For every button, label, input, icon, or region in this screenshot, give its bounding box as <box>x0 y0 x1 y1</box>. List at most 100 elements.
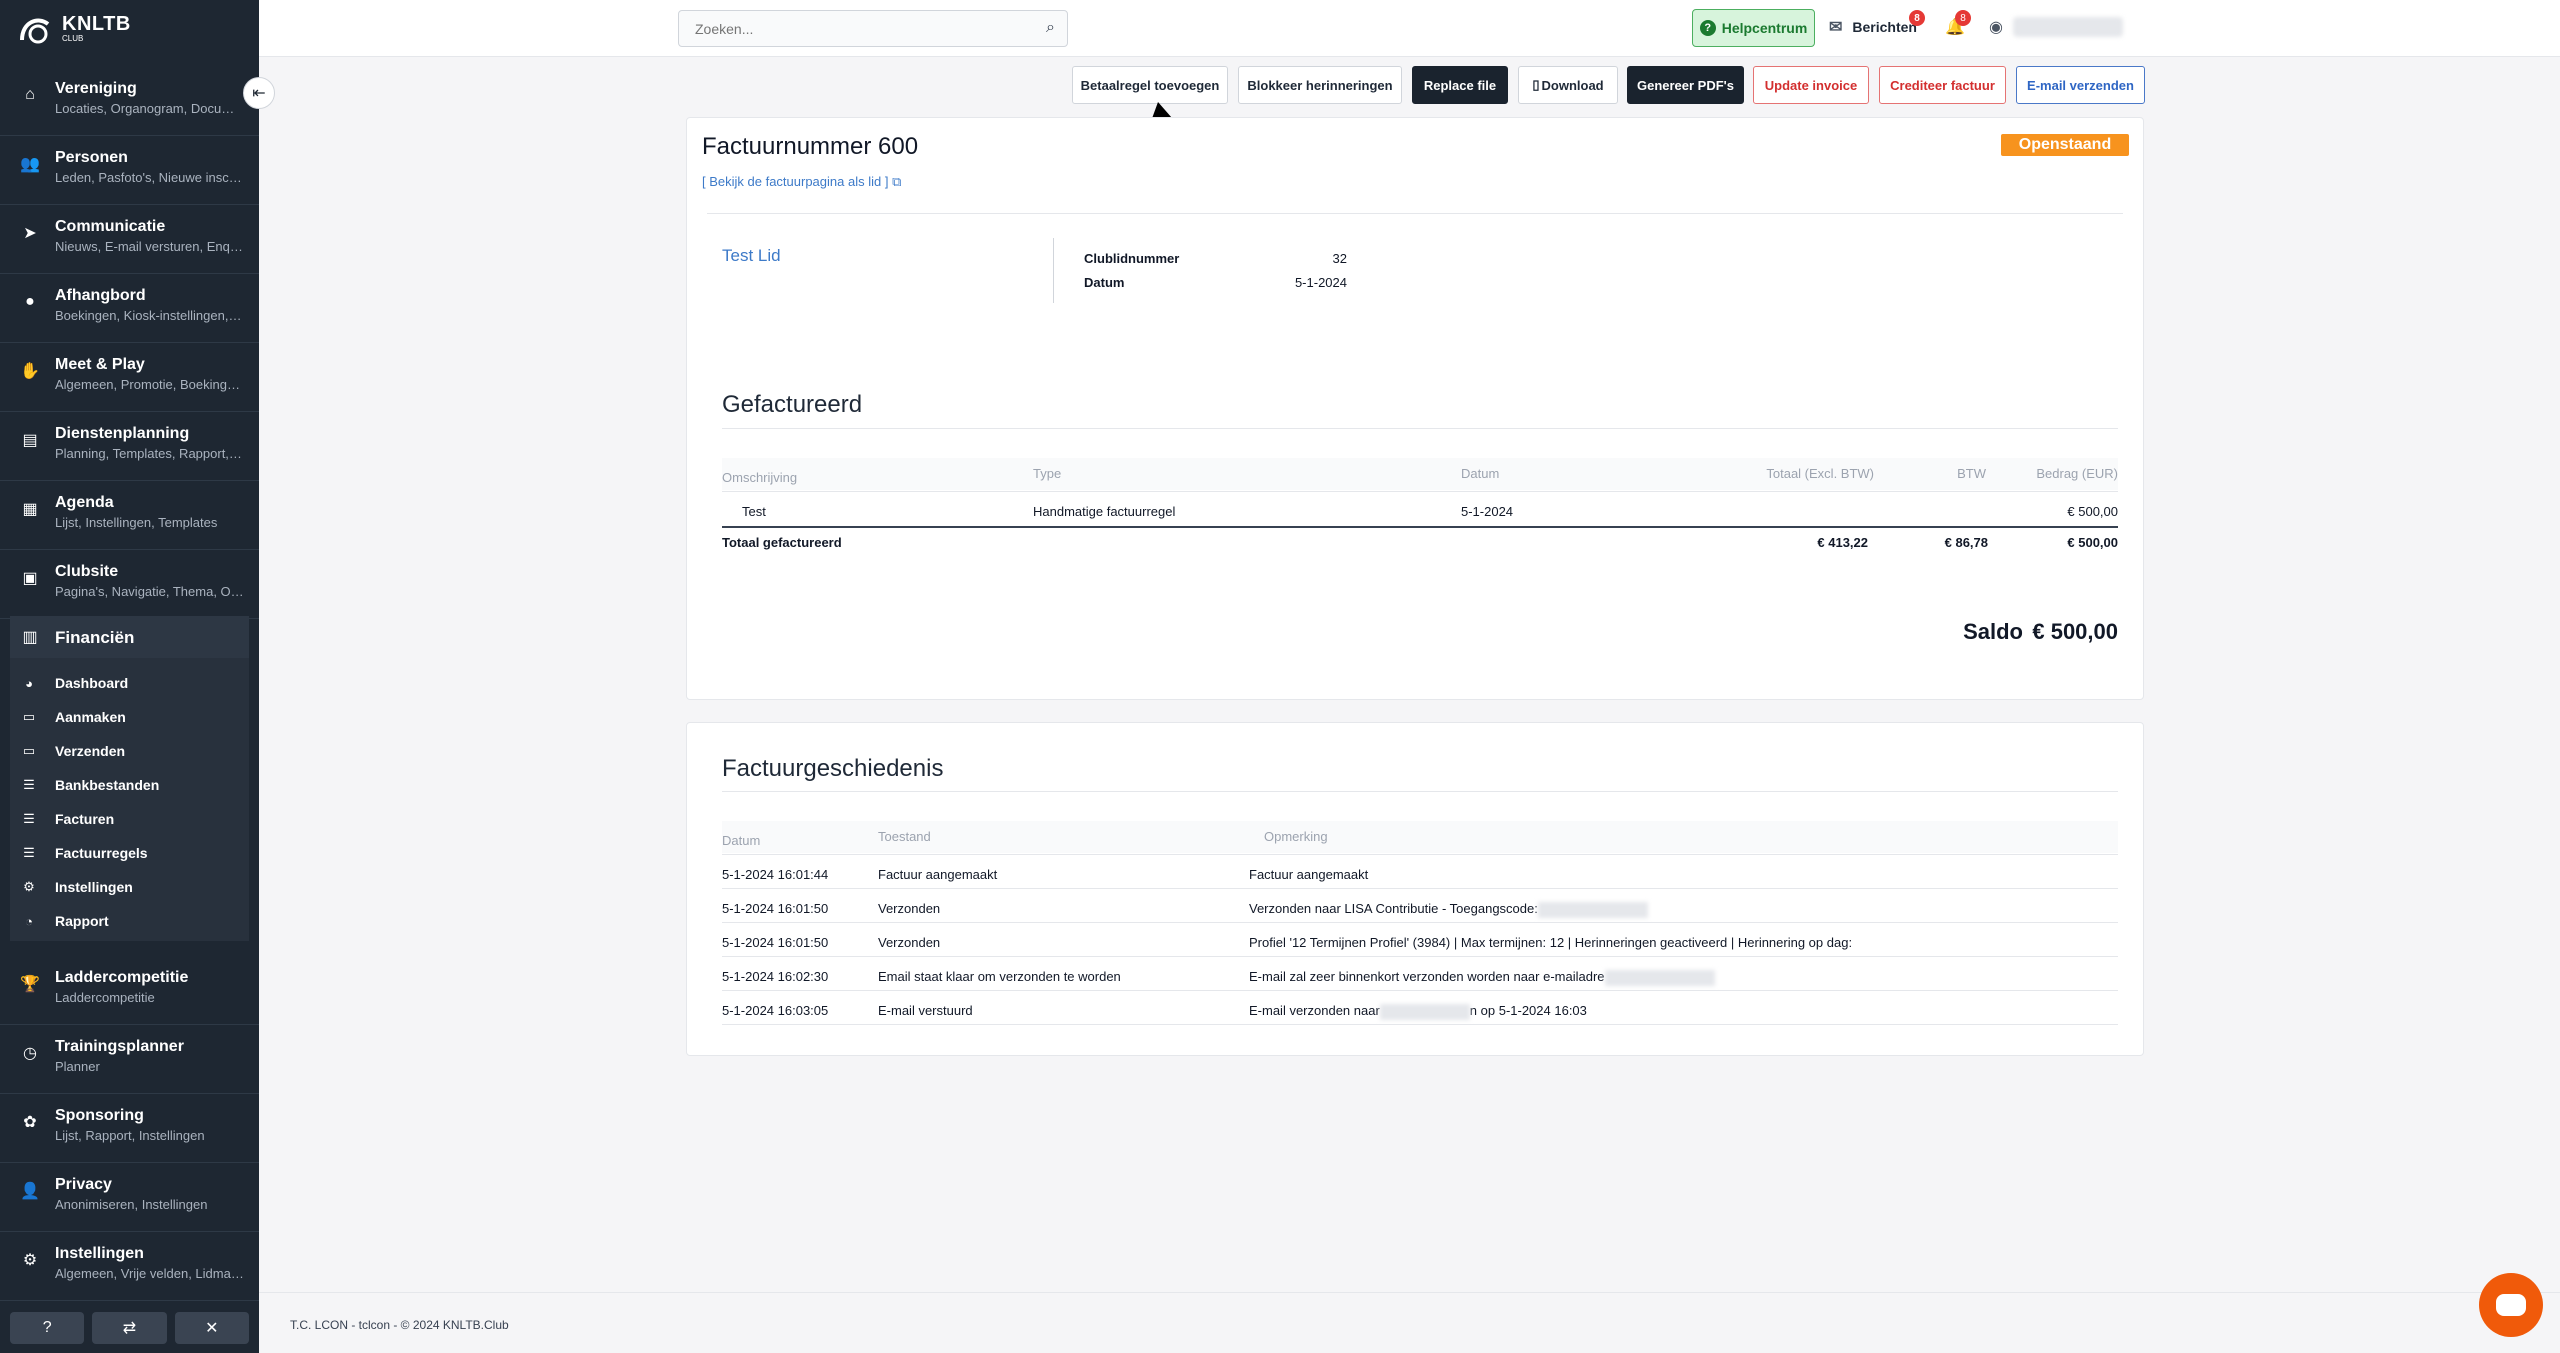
nav-subtitle: Lijst, Instellingen, Templates <box>55 515 218 530</box>
sidebar-item-rapport[interactable]: ◔ Rapport <box>10 904 249 938</box>
sidebar-item-instellingen[interactable]: ⚙ Instellingen Algemeen, Vrije velden, L… <box>0 1233 259 1301</box>
status-badge: Openstaand <box>2001 134 2129 156</box>
search-input[interactable] <box>679 11 1019 46</box>
remark-text: E-mail zal zeer binnenkort verzonden wor… <box>1249 969 1605 984</box>
sidebar-item-verzenden[interactable]: ▭ Verzenden <box>10 734 249 768</box>
history-row-state: Verzonden <box>878 901 941 916</box>
sidebar-item-sponsoring[interactable]: ✿ Sponsoring Lijst, Rapport, Instellinge… <box>0 1095 259 1163</box>
help-icon[interactable]: ? <box>10 1312 85 1344</box>
question-icon: ? <box>1699 20 1716 36</box>
generate-pdf-button[interactable]: Genereer PDF's <box>1627 66 1744 104</box>
invoice-card: Factuurnummer 600 [ Bekijk de factuurpag… <box>686 117 2144 700</box>
calendar-icon: ▦ <box>22 501 38 518</box>
history-row-state: Email staat klaar om verzonden te worden <box>878 969 1121 984</box>
help-center-button[interactable]: ? Helpcentrum <box>1692 9 1815 47</box>
history-row-state: Verzonden <box>878 935 941 950</box>
sidebar-item-agenda[interactable]: ▦ Agenda Lijst, Instellingen, Templates <box>0 482 259 550</box>
sidebar-item-factuurregels[interactable]: ☰ Factuurregels <box>10 836 249 870</box>
history-row-date: 5-1-2024 16:01:50 <box>722 901 829 916</box>
sidebar-item-instellingen-fin[interactable]: ⚙ Instellingen <box>10 870 249 904</box>
history-row-date: 5-1-2024 16:02:30 <box>722 969 829 984</box>
chat-button[interactable] <box>2479 1273 2543 1337</box>
remark-text: n op 5-1-2024 16:03 <box>1469 1003 1587 1018</box>
gears-icon: ⚙ <box>23 879 35 894</box>
sidebar-item-communicatie[interactable]: ➤ Communicatie Nieuws, E-mail versturen,… <box>0 206 259 274</box>
topbar: ⌕ ? Helpcentrum ✉ Berichten 8 🔔 8 ◉ <box>259 0 2560 57</box>
finance-section: ▥ Financiën ◕ Dashboard ▭ Aanmaken ▭ Ver… <box>10 616 249 941</box>
block-reminders-button[interactable]: Blokkeer herinneringen <box>1238 66 1402 104</box>
notifications-button[interactable]: 🔔 8 <box>1945 10 1971 37</box>
saldo-value: € 500,00 <box>2032 619 2118 644</box>
sidebar-item-afhangbord[interactable]: ● Afhangbord Boekingen, Kiosk-instelling… <box>0 275 259 343</box>
nav-title: Instellingen <box>55 1245 144 1262</box>
messages-button[interactable]: ✉ Berichten 8 <box>1829 10 1925 37</box>
sidebar-item-meet-play[interactable]: ✋ Meet & Play Algemeen, Promotie, Boekin… <box>0 344 259 412</box>
switch-icon[interactable]: ⇄ <box>92 1312 167 1344</box>
sidebar-item-facturen[interactable]: ☰ Facturen <box>10 802 249 836</box>
history-row-state: E-mail verstuurd <box>878 1003 973 1018</box>
nav-title: Dienstenplanning <box>55 425 190 442</box>
sidebar-item-dashboard[interactable]: ◕ Dashboard <box>10 666 249 700</box>
tools-icon[interactable]: ✕ <box>174 1312 249 1344</box>
logo-sub: CLUB <box>62 34 84 43</box>
nav-subtitle: Boekingen, Kiosk-instellingen, Banen <box>55 308 245 323</box>
help-label: Helpcentrum <box>1721 20 1808 36</box>
sidebar-item-dienstenplanning[interactable]: ▤ Dienstenplanning Planning, Templates, … <box>0 413 259 481</box>
sidebar-item-financien[interactable]: ▥ Financiën <box>10 616 249 658</box>
sidebar-item-trainingsplanner[interactable]: ◷ Trainingsplanner Planner <box>0 1026 259 1094</box>
divider <box>722 854 2118 855</box>
sidebar-item-bankbestanden[interactable]: ☰ Bankbestanden <box>10 768 249 802</box>
nav-subtitle: Nieuws, E-mail versturen, Enquêtes <box>55 239 245 254</box>
member-view-link[interactable]: [ Bekijk de factuurpagina als lid ] ⧉ <box>702 174 901 190</box>
credit-invoice-button[interactable]: Crediteer factuur <box>1879 66 2006 104</box>
history-row-remark: Profiel '12 Termijnen Profiel' (3984) | … <box>1249 935 1853 950</box>
user-name-redacted <box>2012 17 2123 37</box>
sub-item-label: Dashboard <box>55 675 129 691</box>
update-invoice-button[interactable]: Update invoice <box>1753 66 1869 104</box>
sidebar-item-clubsite[interactable]: ▣ Clubsite Pagina's, Navigatie, Thema, O… <box>0 551 259 619</box>
collapse-left-icon[interactable]: ⇤ <box>243 77 275 109</box>
logo[interactable]: KNLTB CLUB <box>18 12 131 46</box>
user-menu[interactable]: ◉ <box>1989 17 2123 37</box>
total-vat: € 86,78 <box>1944 535 1988 550</box>
sidebar-item-vereniging[interactable]: ⌂ Vereniging Locaties, Organogram, Docum… <box>0 68 259 136</box>
footer: T.C. LCON - tclcon - © 2024 KNLTB.Club <box>259 1292 2560 1353</box>
gauge-icon: ◕ <box>25 675 33 691</box>
sidebar-item-aanmaken[interactable]: ▭ Aanmaken <box>10 700 249 734</box>
logo-mark-icon <box>20 18 50 44</box>
sidebar-item-laddercompetitie[interactable]: 🏆 Laddercompetitie Laddercompetitie <box>0 957 259 1025</box>
history-title: Factuurgeschiedenis <box>722 755 944 782</box>
billed-title: Gefactureerd <box>722 391 863 418</box>
redacted-value <box>1379 1003 1470 1020</box>
search-icon[interactable]: ⌕ <box>1046 19 1055 37</box>
send-email-button[interactable]: E-mail verzenden <box>2016 66 2145 104</box>
sidebar-item-privacy[interactable]: 👤 Privacy Anonimiseren, Instellingen <box>0 1164 259 1232</box>
nav-title: Clubsite <box>55 563 119 580</box>
nav-subtitle: Laddercompetitie <box>55 990 155 1005</box>
member-name-link[interactable]: Test Lid <box>722 246 781 266</box>
divider <box>722 1024 2118 1025</box>
chat-icon <box>2496 1294 2526 1316</box>
nav-subtitle: Leden, Pasfoto's, Nieuwe inschrijvingen <box>55 170 245 185</box>
add-payment-button[interactable]: Betaalregel toevoegen <box>1072 66 1228 104</box>
file-icon: ▯ <box>1532 77 1540 92</box>
sidebar-item-personen[interactable]: 👥 Personen Leden, Pasfoto's, Nieuwe insc… <box>0 137 259 205</box>
people-icon: 👥 <box>20 156 40 173</box>
trophy-icon: 🏆 <box>20 976 40 993</box>
divider <box>722 791 2118 792</box>
total-label: Totaal gefactureerd <box>722 535 842 550</box>
gears-icon: ⚙ <box>22 1252 38 1269</box>
notifications-count-badge: 8 <box>1955 10 1971 26</box>
col-vat: BTW <box>1957 466 1986 481</box>
download-button[interactable]: ▯ Download <box>1518 66 1618 104</box>
nav-title: Afhangbord <box>55 287 146 304</box>
nav-title: Personen <box>55 149 128 166</box>
messages-count-badge: 8 <box>1909 10 1925 26</box>
history-row-date: 5-1-2024 16:01:44 <box>722 867 829 882</box>
sub-item-label: Factuurregels <box>55 845 148 861</box>
club-number-label: Clublidnummer <box>1084 251 1180 266</box>
total-amount: € 500,00 <box>2067 535 2118 550</box>
saldo-label: Saldo <box>1963 619 2023 644</box>
card-icon: ▭ <box>22 743 36 758</box>
replace-file-button[interactable]: Replace file <box>1412 66 1508 104</box>
